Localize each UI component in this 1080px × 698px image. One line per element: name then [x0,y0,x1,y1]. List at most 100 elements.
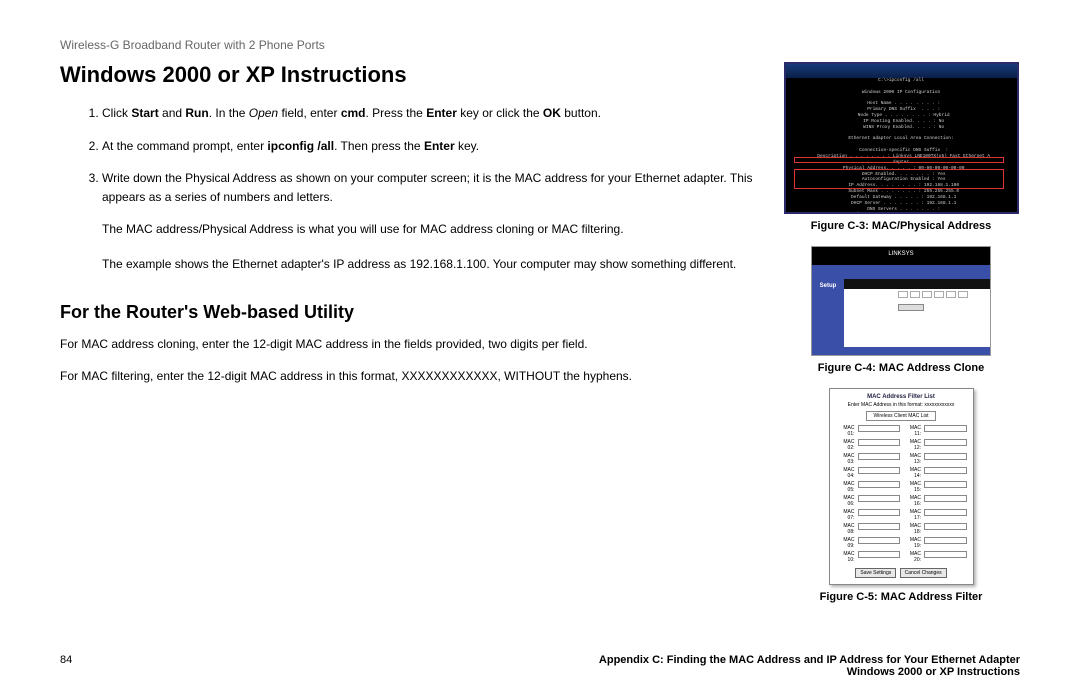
filter-label: MAC 03: [836,453,856,465]
bold: OK [543,106,561,120]
filter-input [858,481,901,488]
filter-input [858,551,901,558]
mac-cell [922,291,932,298]
page-number: 84 [60,654,72,666]
mac-cell [958,291,968,298]
filter-input [924,425,967,432]
filter-input [858,439,901,446]
bold: ipconfig /all [267,139,334,153]
row-label [846,291,896,298]
filter-input [924,439,967,446]
figure-c3-caption: Figure C-3: MAC/Physical Address [782,220,1020,232]
filter-label: MAC 02: [836,439,856,451]
mac-cell [946,291,956,298]
filter-input [924,509,967,516]
text: key or click the [457,106,543,120]
filter-input [924,467,967,474]
product-header: Wireless-G Broadband Router with 2 Phone… [60,38,1020,52]
filter-select-box: Wireless Client MAC List [866,411,935,421]
filter-input [858,453,901,460]
body-paragraph-1: For MAC address cloning, enter the 12-di… [60,335,758,354]
filter-input [924,481,967,488]
step-2: At the command prompt, enter ipconfig /a… [102,137,758,156]
mac-cell [910,291,920,298]
section-title: Windows 2000 or XP Instructions [60,666,1020,678]
figure-c4-caption: Figure C-4: MAC Address Clone [782,362,1020,374]
bold: Enter [424,139,455,153]
text: key. [455,139,479,153]
figure-c5: MAC Address Filter List Enter MAC Addres… [782,388,1020,603]
mac-cell [934,291,944,298]
sub-paragraph-1: The MAC address/Physical Address is what… [102,220,758,239]
text: Write down the Physical Address as shown… [102,171,753,204]
row-label [846,300,896,311]
router-footer [812,347,990,355]
filter-input [858,495,901,502]
filter-input [858,425,901,432]
filter-label: MAC 12: [902,439,922,451]
text: and [159,106,186,120]
router-side: Setup [812,279,844,347]
filter-input [858,523,901,530]
filter-label: MAC 04: [836,467,856,479]
router-main [846,291,986,345]
text: . Press the [366,106,427,120]
cancel-changes-button: Cancel Changes [900,568,947,578]
filter-label: MAC 01: [836,425,856,437]
highlight-physical-address [794,157,1004,163]
filter-input [924,537,967,544]
mac-filter-window: MAC Address Filter List Enter MAC Addres… [829,388,974,585]
filter-input [924,523,967,530]
main-content: Windows 2000 or XP Instructions Click St… [60,62,758,617]
text: . In the [209,106,249,120]
filter-input [858,537,901,544]
mac-cell [898,291,908,298]
figure-c3: C:\>ipconfig /all Windows 2000 IP Config… [782,62,1020,232]
save-settings-button: Save Settings [855,568,896,578]
router-setup-label: Setup [812,279,844,293]
body-paragraph-2: For MAC filtering, enter the 12-digit MA… [60,367,758,386]
filter-subtitle: Enter MAC Address in this format: xxxxxx… [836,402,967,408]
cmd-window: C:\>ipconfig /all Windows 2000 IP Config… [784,62,1019,214]
filter-input [858,467,901,474]
cmd-titlebar [786,64,1017,78]
filter-buttons: Save Settings Cancel Changes [836,568,967,578]
page-footer: 84 Appendix C: Finding the MAC Address a… [60,654,1020,678]
filter-input [924,453,967,460]
filter-label: MAC 13: [902,453,922,465]
filter-title: MAC Address Filter List [836,394,967,400]
bold: Run [185,106,208,120]
filter-label: MAC 09: [836,537,856,549]
router-nav [844,279,990,289]
bold: Start [131,106,158,120]
filter-label: MAC 20: [902,551,922,563]
filter-label: MAC 08: [836,523,856,535]
filter-grid: MAC 01: MAC 11: MAC 02: MAC 12: MAC 03: MAC… [836,425,967,563]
italic: Open [249,106,278,120]
filter-label: MAC 11: [902,425,922,437]
filter-select: Wireless Client MAC List [836,411,967,421]
figures-sidebar: C:\>ipconfig /all Windows 2000 IP Config… [782,62,1020,617]
text: Click [102,106,131,120]
appendix-title: Appendix C: Finding the MAC Address and … [60,654,1020,666]
figure-c4: LINKSYS Setup [782,246,1020,374]
filter-label: MAC 05: [836,481,856,493]
filter-label: MAC 16: [902,495,922,507]
heading-win2000xp: Windows 2000 or XP Instructions [60,62,758,88]
heading-web-utility: For the Router's Web-based Utility [60,302,758,323]
instruction-list: Click Start and Run. In the Open field, … [60,104,758,206]
highlight-ip-block [794,169,1004,189]
filter-input [924,551,967,558]
filter-label: MAC 10: [836,551,856,563]
figure-c5-caption: Figure C-5: MAC Address Filter [782,591,1020,603]
filter-input [858,509,901,516]
filter-label: MAC 15: [902,481,922,493]
mini-button [898,304,924,311]
text: button. [561,106,601,120]
bold: cmd [341,106,366,120]
filter-label: MAC 19: [902,537,922,549]
router-titlebar [812,265,990,279]
filter-label: MAC 18: [902,523,922,535]
filter-input [924,495,967,502]
text: field, enter [278,106,341,120]
